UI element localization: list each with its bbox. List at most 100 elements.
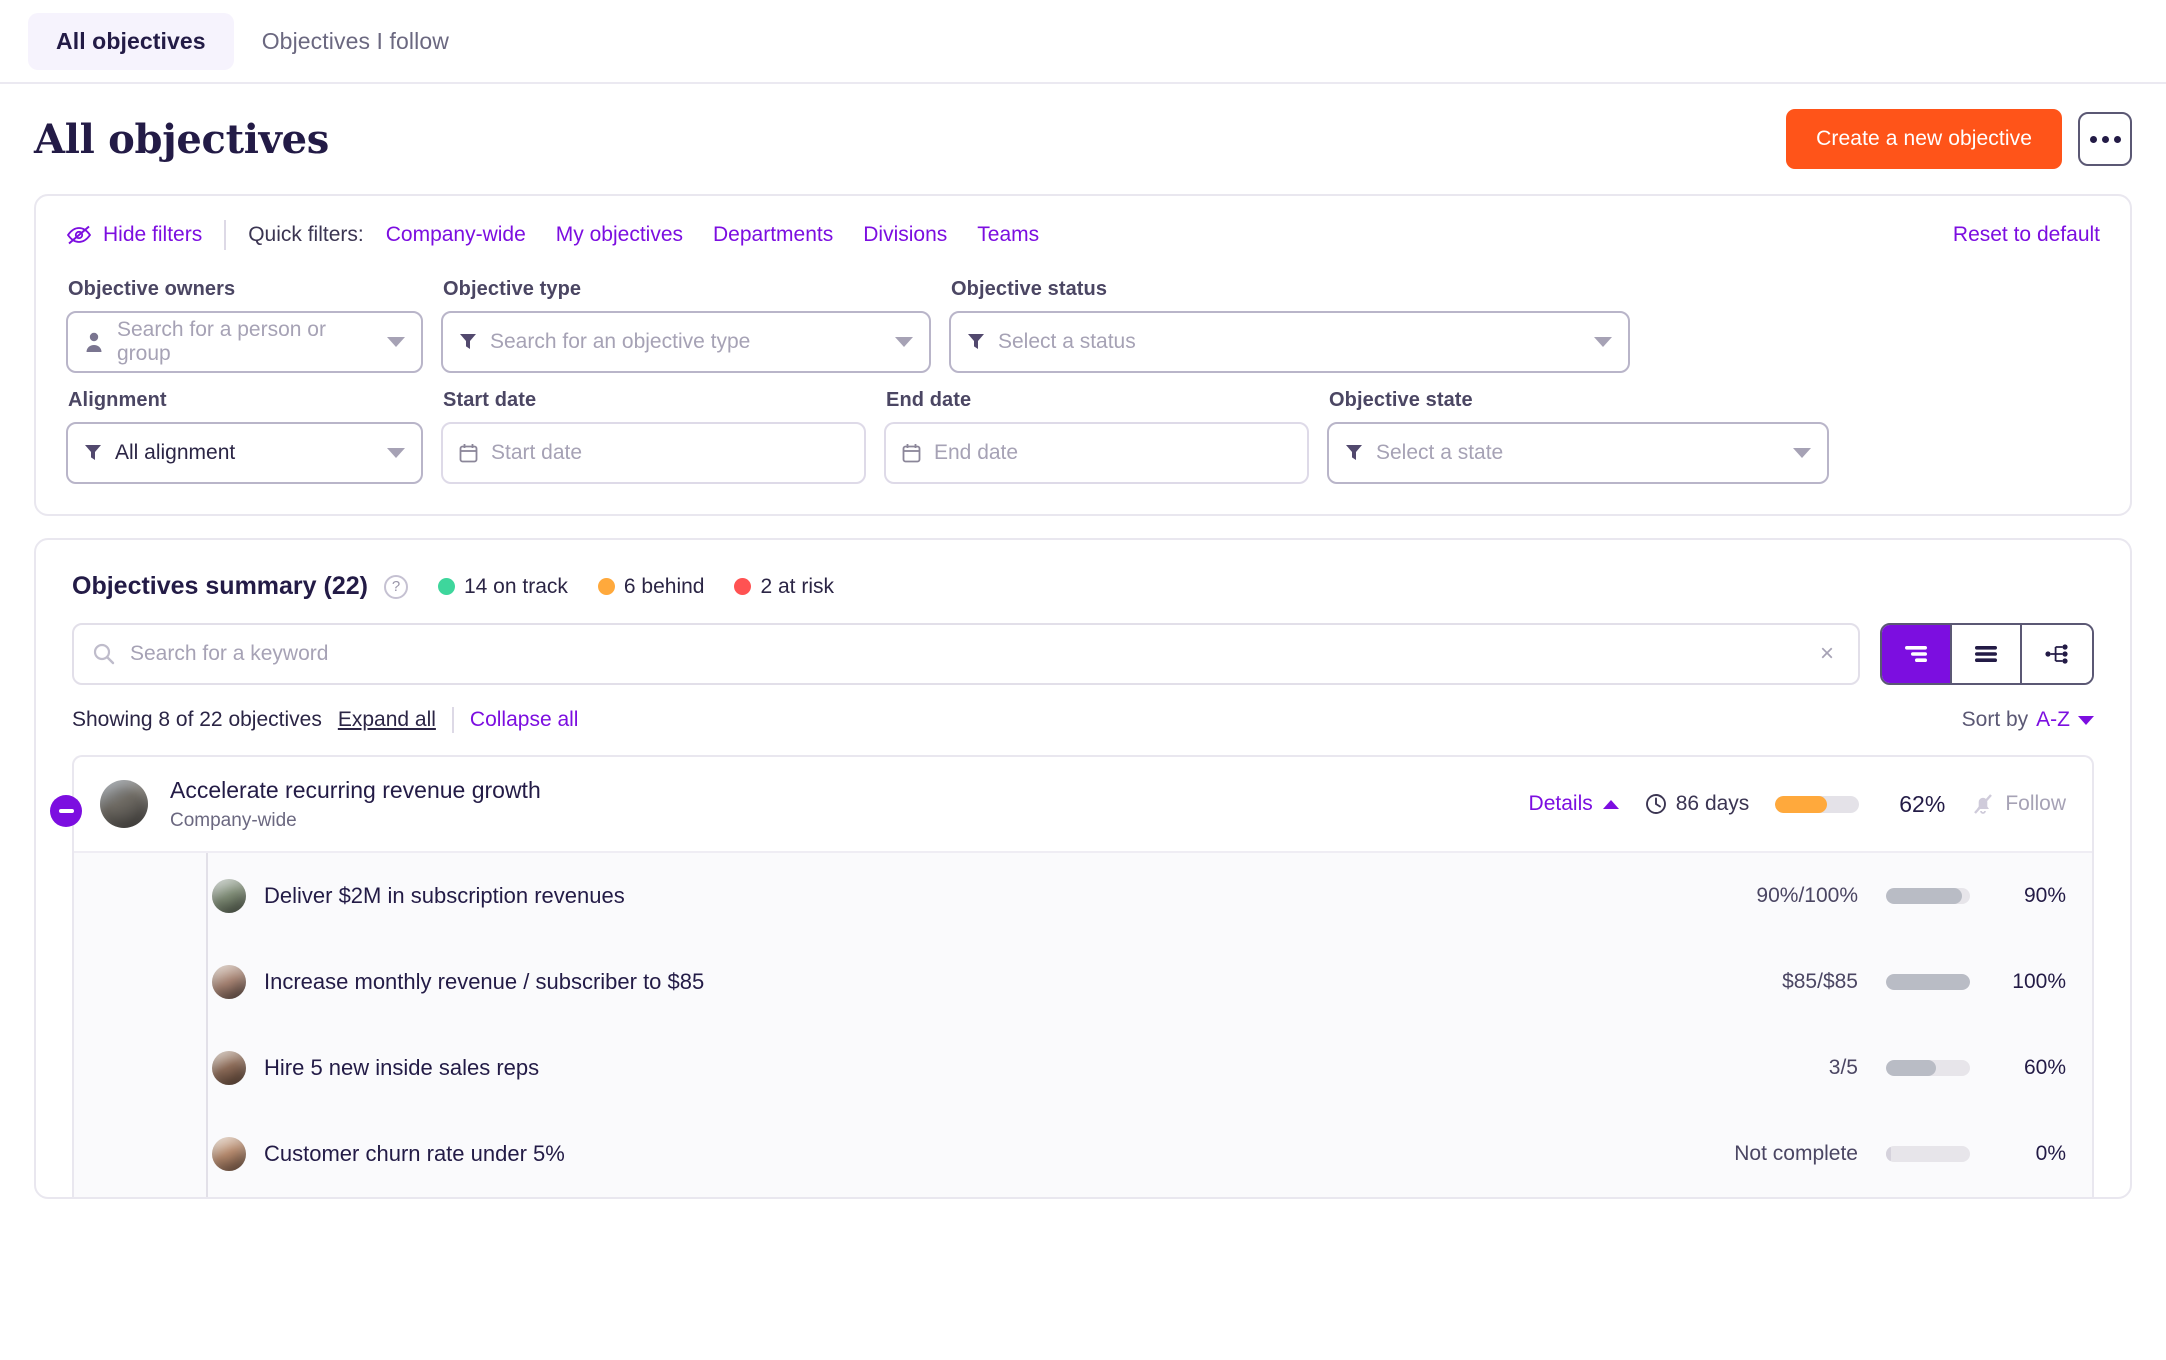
key-result-row[interactable]: Customer churn rate under 5% Not complet… [74,1111,2092,1197]
objective-type-select[interactable]: Search for an objective type [441,311,931,373]
eye-slash-icon [66,225,92,245]
hide-filters-button[interactable]: Hide filters [66,223,202,247]
filters-row-2: Alignment All alignment Start date Start… [66,373,2100,484]
chevron-down-icon [387,337,405,347]
search-icon [92,642,116,666]
key-result-value: 3/5 [1828,1056,1858,1079]
quick-filter-divisions[interactable]: Divisions [863,223,947,247]
quick-filter-teams[interactable]: Teams [977,223,1039,247]
key-results-list: Deliver $2M in subscription revenues 90%… [74,853,2092,1197]
key-result-meta: 3/5 60% [1678,1056,2066,1080]
key-result-progress-label: 0% [2035,1142,2066,1165]
filter-objective-owners: Objective owners Search for a person or … [66,262,423,373]
filters-row-1: Objective owners Search for a person or … [66,262,2100,373]
key-result-progress-fill [1886,888,1962,904]
key-result-left: Deliver $2M in subscription revenues [74,879,625,913]
follow-button[interactable]: Follow [1971,792,2066,816]
key-result-progress-bar [1886,1060,1970,1076]
help-icon[interactable]: ? [383,574,408,599]
key-result-progress-bar [1886,888,1970,904]
key-result-meta: 90%/100% 90% [1678,884,2066,908]
avatar [212,1137,246,1171]
chevron-down-icon [1793,448,1811,458]
filter-icon [1345,443,1363,463]
objective-card: Accelerate recurring revenue growth Comp… [72,755,2094,1197]
quick-filter-company-wide[interactable]: Company-wide [386,223,526,247]
filter-alignment: Alignment All alignment [66,373,423,484]
filter-label: Alignment [68,389,167,411]
filter-icon [967,332,985,352]
search-input[interactable] [130,642,1800,666]
chevron-up-icon [1602,799,1619,809]
objective-title[interactable]: Accelerate recurring revenue growth [170,777,541,804]
ellipsis-dot-icon [2101,135,2109,143]
filter-objective-state: Objective state Select a state [1327,373,1829,484]
objective-owners-select[interactable]: Search for a person or group [66,311,423,373]
more-options-button[interactable] [2078,112,2132,166]
days-label: 86 days [1675,792,1750,815]
key-result-progress-label: 60% [2023,1056,2066,1079]
key-result-progress-fill [1886,1146,1892,1162]
sort-by-label: Sort by [1961,708,2029,731]
tree-view-button[interactable] [2022,625,2092,683]
reset-to-default-button[interactable]: Reset to default [1953,223,2100,247]
objective-titles: Accelerate recurring revenue growth Comp… [170,777,541,832]
filter-end-date: End date End date [884,373,1309,484]
filter-objective-type: Objective type Search for an objective t… [441,262,931,373]
objective-status-select[interactable]: Select a status [949,311,1630,373]
status-at-risk-label: 2 at risk [760,574,834,598]
key-result-meta: $85/$85 100% [1678,970,2066,994]
avatar [212,1051,246,1085]
key-result-title[interactable]: Customer churn rate under 5% [264,1141,565,1167]
tab-objectives-i-follow[interactable]: Objectives I follow [234,13,477,70]
objective-owners-placeholder: Search for a person or group [117,318,326,365]
key-result-row[interactable]: Deliver $2M in subscription revenues 90%… [74,853,2092,939]
keyword-search-box[interactable]: × [72,623,1860,685]
key-result-title[interactable]: Deliver $2M in subscription revenues [264,883,625,909]
create-new-objective-button[interactable]: Create a new objective [1786,109,2062,169]
key-result-title[interactable]: Increase monthly revenue / subscriber to… [264,969,704,995]
key-result-value: Not complete [1734,1142,1858,1165]
days-remaining: 86 days [1645,792,1750,816]
objective-header-row[interactable]: Accelerate recurring revenue growth Comp… [74,757,2092,853]
key-result-progress-label: 100% [2012,970,2066,993]
collapse-all-button[interactable]: Collapse all [470,708,579,732]
details-label: Details [1528,792,1593,815]
key-result-title[interactable]: Hire 5 new inside sales reps [264,1055,539,1081]
bell-slash-icon [1971,792,1995,816]
start-date-input[interactable]: Start date [441,422,866,484]
status-behind-label: 6 behind [623,574,705,598]
filter-label: Objective owners [68,278,236,300]
showing-count-label: Showing 8 of 22 objectives [72,708,322,731]
collapse-objective-button[interactable] [50,795,82,827]
flat-list-view-button[interactable] [1952,625,2022,683]
status-on-track: 14 on track [437,575,568,599]
sort-by-value: A-Z [2036,708,2070,731]
header-actions: Create a new objective [1786,109,2132,169]
nested-list-view-button[interactable] [1882,625,1952,683]
quick-filter-departments[interactable]: Departments [713,223,833,247]
objective-progress-label: 62% [1899,790,1946,817]
alignment-select[interactable]: All alignment [66,422,423,484]
objective-state-select[interactable]: Select a state [1327,422,1829,484]
clear-search-icon[interactable]: × [1814,640,1840,668]
ellipsis-dot-icon [2089,135,2097,143]
tab-bar: All objectives Objectives I follow [0,0,2166,84]
details-toggle-button[interactable]: Details [1529,792,1619,816]
quick-filters-label: Quick filters: [248,223,364,246]
key-result-left: Increase monthly revenue / subscriber to… [74,965,704,999]
expand-all-button[interactable]: Expand all [338,708,436,732]
filter-objective-status: Objective status Select a status [949,262,1630,373]
tab-all-objectives[interactable]: All objectives [28,12,234,70]
chevron-down-icon [1594,337,1612,347]
clock-icon [1645,793,1667,815]
quick-filter-my-objectives[interactable]: My objectives [556,223,683,247]
key-result-left: Customer churn rate under 5% [74,1137,565,1171]
key-result-row[interactable]: Hire 5 new inside sales reps 3/5 60% [74,1025,2092,1111]
objective-meta: Details 86 days 62% Follow [1529,791,2066,818]
objective-status-placeholder: Select a status [998,330,1136,353]
sort-by-control[interactable]: Sort by A-Z [1962,708,2094,732]
filters-grid: Objective owners Search for a person or … [36,256,2130,514]
key-result-row[interactable]: Increase monthly revenue / subscriber to… [74,939,2092,1025]
end-date-input[interactable]: End date [884,422,1309,484]
